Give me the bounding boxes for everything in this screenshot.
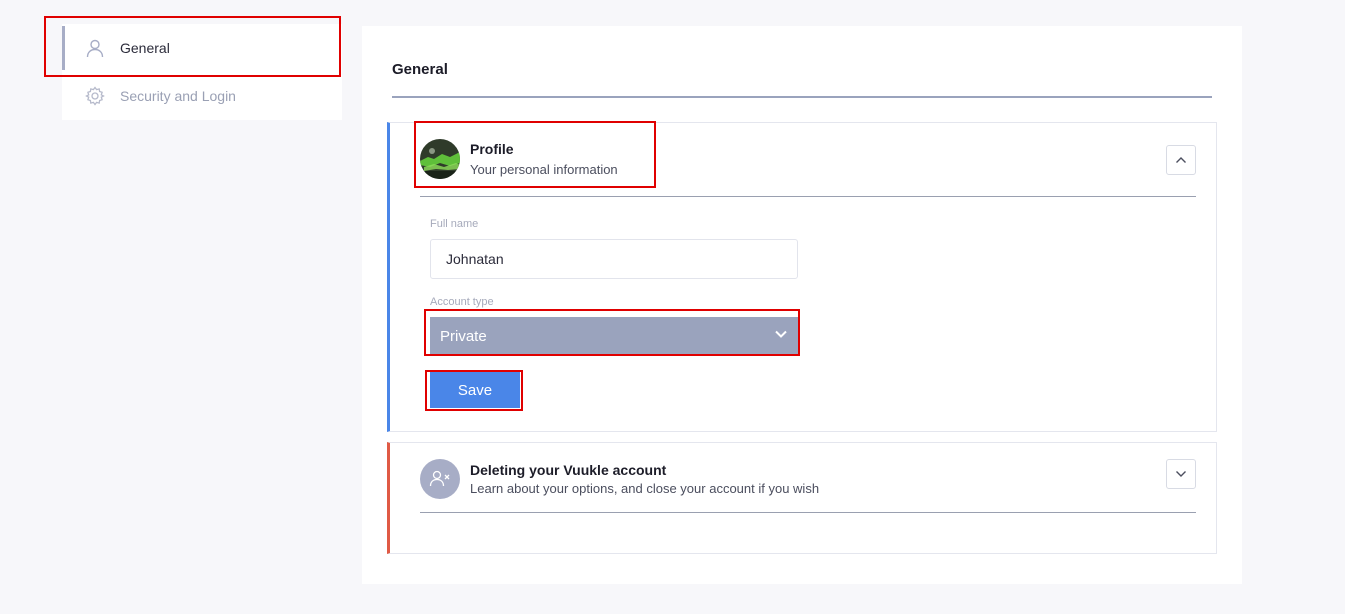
sidebar-item-general[interactable]: General <box>62 24 342 72</box>
delete-account-expand-button[interactable] <box>1166 459 1196 489</box>
avatar <box>420 139 460 179</box>
sidebar-item-security[interactable]: Security and Login <box>62 72 342 120</box>
sidebar-item-label: Security and Login <box>120 88 236 104</box>
title-divider <box>392 96 1212 98</box>
profile-card: Profile Your personal information Full n… <box>387 122 1217 432</box>
account-type-value: Private <box>440 327 487 345</box>
page-title: General <box>392 61 448 78</box>
save-button[interactable]: Save <box>430 372 520 408</box>
profile-collapse-button[interactable] <box>1166 145 1196 175</box>
profile-divider <box>420 196 1196 197</box>
chevron-down-icon <box>1176 471 1186 477</box>
profile-title: Profile <box>470 141 514 157</box>
full-name-label: Full name <box>430 218 479 230</box>
profile-header: Profile Your personal information <box>420 139 618 179</box>
account-type-select[interactable]: Private <box>430 317 798 355</box>
delete-account-divider <box>420 512 1196 513</box>
profile-subtitle: Your personal information <box>470 162 618 177</box>
full-name-input[interactable] <box>430 239 798 279</box>
delete-account-card: Deleting your Vuukle account Learn about… <box>387 442 1217 554</box>
sidebar-item-label: General <box>120 40 170 56</box>
settings-panel: General Profile Your personal informatio… <box>362 26 1242 584</box>
delete-account-title: Deleting your Vuukle account <box>470 462 667 478</box>
delete-account-subtitle: Learn about your options, and close your… <box>470 481 820 496</box>
remove-user-icon <box>420 459 460 499</box>
sidebar: General Security and Login <box>62 24 342 120</box>
gear-icon <box>84 85 106 107</box>
account-type-label: Account type <box>430 296 494 308</box>
delete-account-header: Deleting your Vuukle account Learn about… <box>420 459 819 499</box>
chevron-up-icon <box>1176 157 1186 163</box>
chevron-down-icon <box>775 330 787 338</box>
user-icon <box>84 37 106 59</box>
